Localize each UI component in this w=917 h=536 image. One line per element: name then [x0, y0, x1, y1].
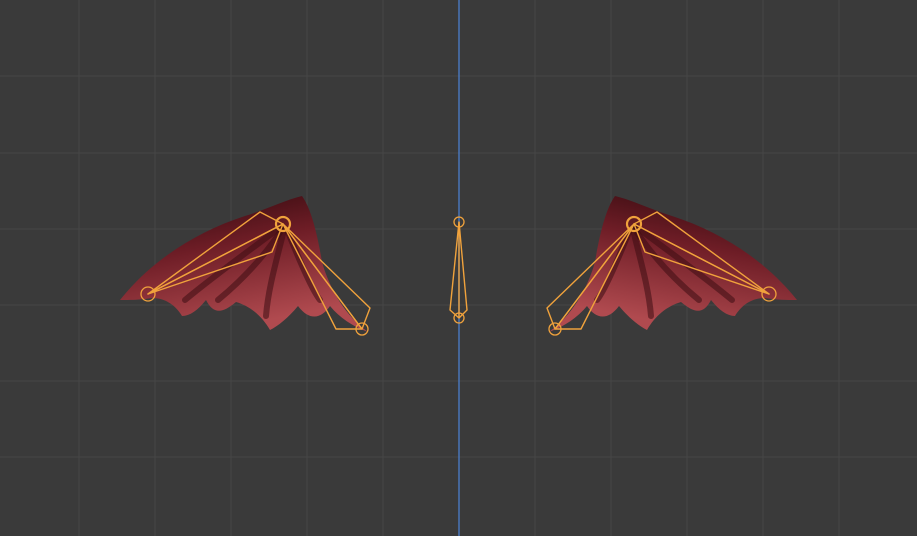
viewport-canvas[interactable] — [0, 0, 917, 536]
left-wing-mesh[interactable] — [120, 196, 368, 332]
3d-viewport[interactable] — [0, 0, 917, 536]
right-wing-mesh[interactable] — [549, 196, 797, 332]
center-spine-bone[interactable] — [449, 216, 468, 324]
